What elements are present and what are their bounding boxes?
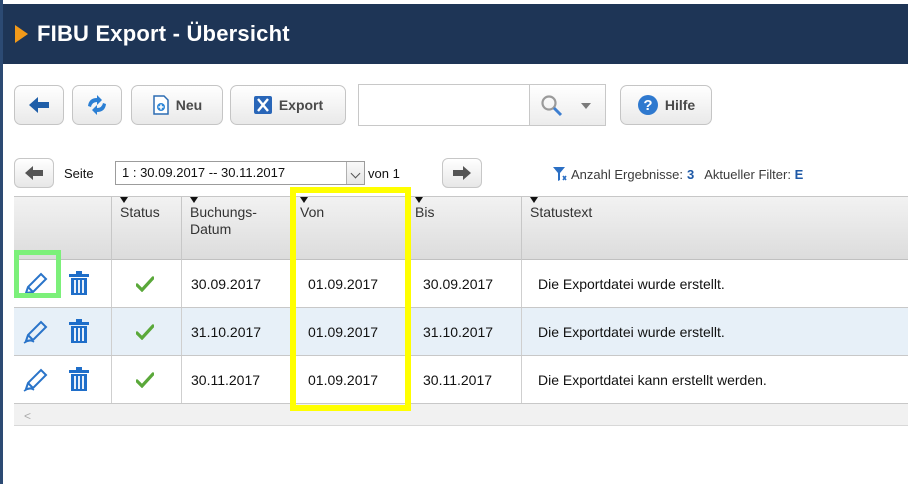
results-label: Anzahl Ergebnisse: xyxy=(571,167,684,182)
export-button[interactable]: Export xyxy=(230,85,346,125)
edit-pencil-icon[interactable] xyxy=(22,368,50,392)
highlight-box-von-column xyxy=(290,187,411,411)
arrow-left-icon xyxy=(25,166,43,180)
page-title: FIBU Export - Übersicht xyxy=(37,21,290,46)
sort-indicator-icon xyxy=(415,197,423,203)
help-button-label: Hilfe xyxy=(664,97,696,113)
page-label: Seite xyxy=(64,166,94,181)
export-button-label: Export xyxy=(278,97,324,113)
status-cell xyxy=(112,260,182,307)
column-header-statustext[interactable]: Statustext xyxy=(522,197,908,260)
delete-trash-icon[interactable] xyxy=(67,271,91,297)
buchungsdatum-cell: 30.11.2017 xyxy=(182,356,292,403)
refresh-button[interactable] xyxy=(72,85,122,125)
edit-pencil-icon[interactable] xyxy=(22,320,50,344)
row-actions xyxy=(14,356,112,403)
arrow-left-icon xyxy=(29,97,49,113)
table-row[interactable]: 30.11.2017 01.09.2017 30.11.2017 Die Exp… xyxy=(14,356,908,404)
delete-trash-icon[interactable] xyxy=(67,319,91,345)
sort-indicator-icon xyxy=(530,197,538,203)
result-summary: Anzahl Ergebnisse: 3 Aktueller Filter: E xyxy=(552,166,803,182)
page-select[interactable]: 1 : 30.09.2017 -- 30.11.2017 xyxy=(115,161,365,185)
delete-trash-icon[interactable] xyxy=(67,367,91,393)
previous-page-button[interactable] xyxy=(14,158,54,188)
statustext-cell: Die Exportdatei wurde erstellt. xyxy=(538,276,725,292)
sort-indicator-icon xyxy=(190,197,198,203)
bis-cell: 31.10.2017 xyxy=(407,308,522,355)
filter-value[interactable]: E xyxy=(795,167,804,182)
checkmark-icon xyxy=(135,276,155,293)
help-button[interactable]: ? Hilfe xyxy=(620,85,712,125)
statustext-cell: Die Exportdatei kann erstellt werden. xyxy=(538,372,767,388)
new-button[interactable]: Neu xyxy=(131,85,223,125)
sort-indicator-icon xyxy=(120,197,128,203)
page-select-value: 1 : 30.09.2017 -- 30.11.2017 xyxy=(122,165,286,180)
magnifier-icon xyxy=(541,95,563,117)
left-border xyxy=(0,0,3,484)
table-header: Status Buchungs-Datum Von Bis Statustext xyxy=(14,196,908,260)
column-header-buchungsdatum[interactable]: Buchungs-Datum xyxy=(182,197,292,260)
scroll-left-arrow-icon[interactable]: < xyxy=(24,409,31,423)
next-page-button[interactable] xyxy=(442,158,482,188)
column-header-status[interactable]: Status xyxy=(112,197,182,260)
search-dropdown-button[interactable] xyxy=(530,84,606,126)
column-header-bis[interactable]: Bis xyxy=(407,197,522,260)
statustext-cell: Die Exportdatei wurde erstellt. xyxy=(538,324,725,340)
new-button-label: Neu xyxy=(175,97,203,113)
table-row[interactable]: 30.09.2017 01.09.2017 30.09.2017 Die Exp… xyxy=(14,260,908,308)
chevron-down-icon xyxy=(581,103,591,109)
chevron-down-icon xyxy=(346,162,364,184)
help-icon: ? xyxy=(637,95,658,115)
results-count: 3 xyxy=(687,167,695,182)
bis-cell: 30.09.2017 xyxy=(407,260,522,307)
status-cell xyxy=(112,308,182,355)
excel-export-icon xyxy=(253,96,272,114)
title-bar: FIBU Export - Übersicht xyxy=(3,4,908,64)
filter-label: Aktueller Filter: xyxy=(704,167,791,182)
table-row[interactable]: 31.10.2017 01.09.2017 31.10.2017 Die Exp… xyxy=(14,308,908,356)
page-count-label: von 1 xyxy=(368,166,400,181)
buchungsdatum-cell: 30.09.2017 xyxy=(182,260,292,307)
buchungsdatum-cell: 31.10.2017 xyxy=(182,308,292,355)
pager: Seite 1 : 30.09.2017 -- 30.11.2017 von 1… xyxy=(14,158,904,188)
back-button[interactable] xyxy=(14,85,64,125)
new-document-icon xyxy=(153,95,169,115)
status-cell xyxy=(112,356,182,403)
highlight-box-edit-icon xyxy=(14,250,61,298)
filter-icon[interactable] xyxy=(552,166,568,182)
checkmark-icon xyxy=(135,324,155,341)
arrow-right-icon xyxy=(453,166,471,180)
horizontal-scrollbar[interactable]: < xyxy=(14,404,908,426)
bis-cell: 30.11.2017 xyxy=(407,356,522,403)
checkmark-icon xyxy=(135,372,155,389)
refresh-icon xyxy=(88,95,106,115)
title-arrow-icon xyxy=(15,25,28,43)
svg-text:?: ? xyxy=(643,97,652,114)
row-actions xyxy=(14,308,112,355)
search-input[interactable] xyxy=(358,84,530,126)
